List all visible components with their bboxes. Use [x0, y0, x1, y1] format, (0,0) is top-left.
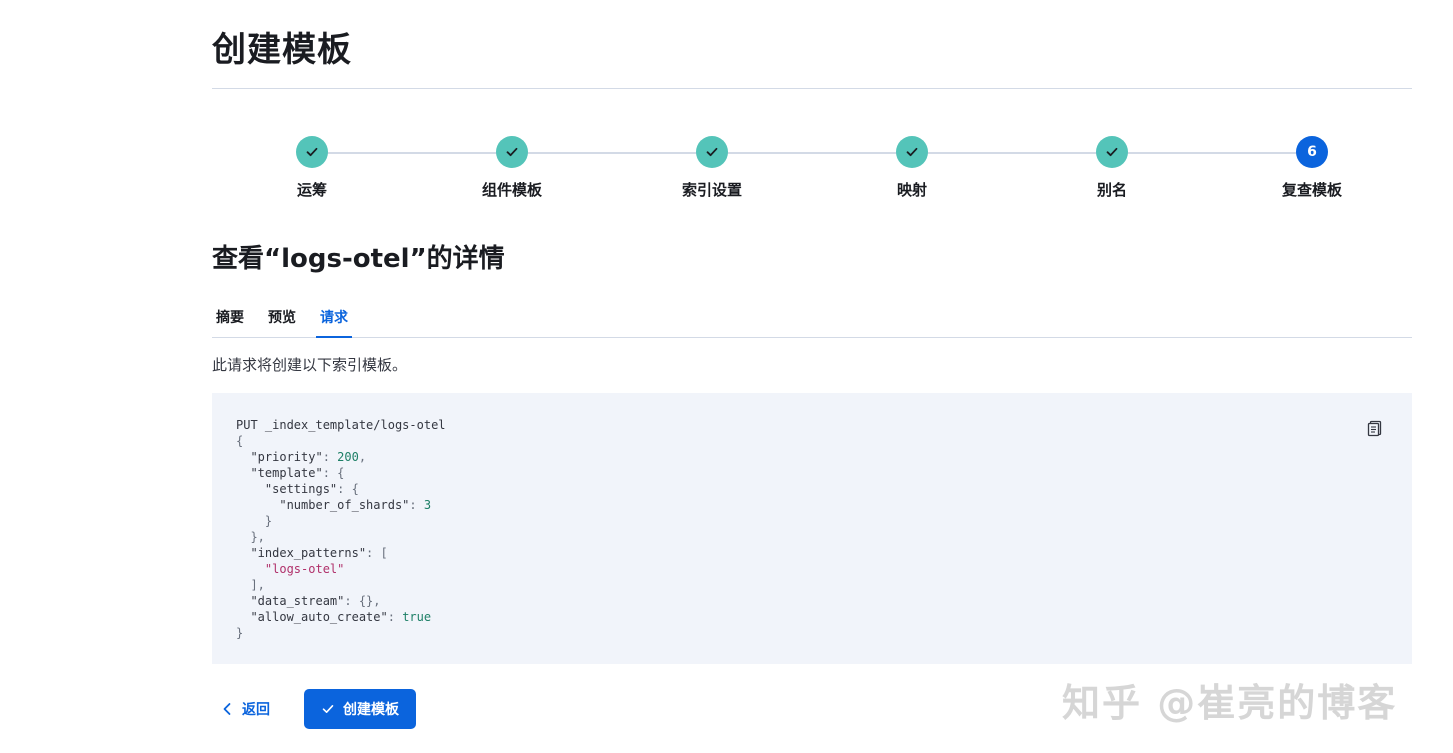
title-divider: [212, 88, 1412, 89]
step-current-indicator: 6: [1296, 136, 1328, 168]
step-label: 别名: [1096, 181, 1127, 199]
footer-actions: 返回 创建模板: [212, 689, 1412, 729]
step-6[interactable]: 6 复查模板: [1212, 136, 1412, 200]
step-label: 映射: [896, 181, 927, 199]
page: 创建模板 运筹 组件模板 索引设置 映射 别名 6 复查模板 查看“logs-o…: [0, 0, 1453, 753]
tab-request[interactable]: 请求: [316, 307, 352, 338]
check-icon: [306, 147, 318, 157]
step-5[interactable]: 别名: [1012, 136, 1212, 200]
check-icon: [506, 147, 518, 157]
code-index-pattern-value: "logs-otel": [264, 562, 345, 576]
check-icon: [1106, 147, 1118, 157]
step-label: 复查模板: [1281, 181, 1342, 199]
detail-title: 查看“logs-otel”的详情: [212, 244, 505, 274]
clipboard-icon: [1367, 420, 1382, 437]
tab-preview[interactable]: 预览: [268, 307, 296, 336]
chevron-left-icon: [223, 703, 231, 715]
steps-progress: 运筹 组件模板 索引设置 映射 别名 6 复查模板: [212, 136, 1412, 206]
request-code: PUT _index_template/logs-otel { "priorit…: [236, 418, 446, 640]
code-method-line: PUT _index_template/logs-otel: [236, 418, 446, 432]
step-4[interactable]: 映射: [812, 136, 1012, 200]
code-shards-value: 3: [423, 498, 432, 512]
check-icon: [706, 147, 718, 157]
step-complete-indicator: [696, 136, 728, 168]
step-complete-indicator: [896, 136, 928, 168]
code-auto-create-value: true: [402, 610, 432, 624]
request-description: 此请求将创建以下索引模板。: [212, 356, 408, 374]
step-2[interactable]: 组件模板: [412, 136, 612, 200]
tab-bar: 摘要 预览 请求: [212, 302, 1412, 338]
page-title: 创建模板: [212, 30, 352, 70]
step-complete-indicator: [496, 136, 528, 168]
step-label: 组件模板: [481, 181, 542, 199]
check-icon: [906, 147, 918, 157]
back-button-label: 返回: [242, 702, 270, 718]
step-label: 运筹: [296, 181, 327, 199]
step-complete-indicator: [296, 136, 328, 168]
step-label: 索引设置: [681, 181, 742, 199]
check-icon: [322, 705, 334, 713]
copy-button[interactable]: [1366, 419, 1386, 439]
code-priority-value: 200: [337, 450, 359, 464]
back-button[interactable]: 返回: [212, 689, 270, 729]
code-block: PUT _index_template/logs-otel { "priorit…: [212, 393, 1412, 664]
step-3[interactable]: 索引设置: [612, 136, 812, 200]
step-1[interactable]: 运筹: [212, 136, 412, 200]
step-complete-indicator: [1096, 136, 1128, 168]
create-template-button[interactable]: 创建模板: [304, 689, 416, 729]
create-button-label: 创建模板: [343, 702, 399, 718]
tab-summary[interactable]: 摘要: [216, 307, 244, 336]
